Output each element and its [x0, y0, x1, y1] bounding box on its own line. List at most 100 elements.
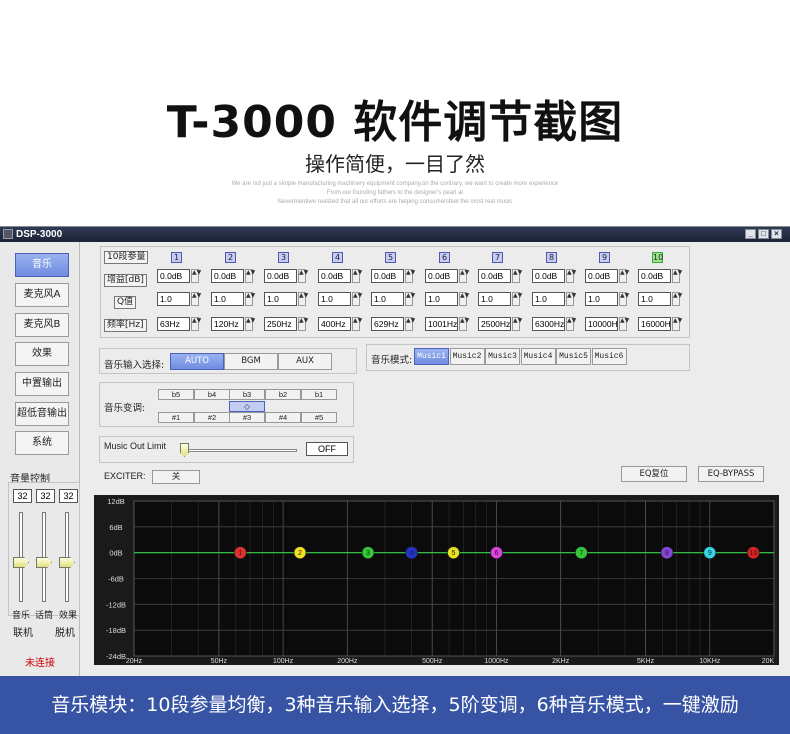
eq-response-chart[interactable]: 12dB 6dB 0dB -6dB -12dB -18dB -24dB20Hz 50Hz 100… [94, 495, 779, 665]
freq-spinner-icon[interactable]: ▲▼ [459, 317, 469, 331]
transpose-sharp-button[interactable]: #5 [301, 412, 337, 423]
eq-gain-input[interactable]: 0.0dB [532, 269, 565, 283]
eq-freq-input[interactable]: 400Hz [318, 317, 351, 331]
freq-spinner-icon[interactable]: ▲▼ [566, 317, 576, 331]
gain-spinner-icon[interactable]: ▲▼ [191, 269, 201, 283]
q-spinner-icon[interactable]: ▲▼ [566, 292, 576, 306]
freq-spinner-icon[interactable]: ▲▼ [619, 317, 629, 331]
volume-value-mic[interactable]: 32 [36, 489, 55, 503]
exciter-toggle[interactable]: 关 [152, 470, 200, 484]
eq-gain-input[interactable]: 0.0dB [211, 269, 244, 283]
q-spinner-icon[interactable]: ▲▼ [619, 292, 629, 306]
eq-reset-button[interactable]: EQ复位 [621, 466, 687, 482]
freq-spinner-icon[interactable]: ▲▼ [298, 317, 308, 331]
q-spinner-icon[interactable]: ▲▼ [459, 292, 469, 306]
eq-band-number[interactable]: 10 [652, 252, 663, 263]
music-mode-button[interactable]: Music1 [414, 348, 449, 365]
transpose-sharp-button[interactable]: #3 [229, 412, 265, 423]
q-spinner-icon[interactable]: ▲▼ [405, 292, 415, 306]
eq-gain-input[interactable]: 0.0dB [371, 269, 404, 283]
music-out-slider-track[interactable] [182, 449, 297, 452]
maximize-button[interactable]: □ [758, 229, 769, 239]
freq-spinner-icon[interactable]: ▲▼ [191, 317, 201, 331]
freq-spinner-icon[interactable]: ▲▼ [352, 317, 362, 331]
music-mode-button[interactable]: Music2 [449, 348, 485, 365]
eq-q-input[interactable]: 1.0 [371, 292, 404, 306]
eq-band-number[interactable]: 3 [278, 252, 289, 263]
eq-gain-input[interactable]: 0.0dB [638, 269, 671, 283]
eq-band-number[interactable]: 9 [599, 252, 610, 263]
gain-spinner-icon[interactable]: ▲▼ [566, 269, 576, 283]
eq-q-input[interactable]: 1.0 [264, 292, 297, 306]
eq-freq-input[interactable]: 16000H [638, 317, 671, 331]
freq-spinner-icon[interactable]: ▲▼ [512, 317, 522, 331]
input-aux-button[interactable]: AUX [278, 353, 332, 370]
transpose-sharp-button[interactable]: #4 [265, 412, 301, 423]
freq-spinner-icon[interactable]: ▲▼ [245, 317, 255, 331]
transpose-flat-button[interactable]: b4 [194, 389, 230, 400]
eq-q-input[interactable]: 1.0 [425, 292, 458, 306]
music-mode-button[interactable]: Music3 [485, 348, 520, 365]
gain-spinner-icon[interactable]: ▲▼ [459, 269, 469, 283]
q-spinner-icon[interactable]: ▲▼ [512, 292, 522, 306]
music-mode-button[interactable]: Music5 [556, 348, 591, 365]
eq-q-input[interactable]: 1.0 [157, 292, 190, 306]
eq-gain-input[interactable]: 0.0dB [318, 269, 351, 283]
connect-button[interactable]: 联机 [6, 625, 40, 643]
sidebar-item-mic-a[interactable]: 麦克风A [15, 283, 69, 307]
eq-freq-input[interactable]: 63Hz [157, 317, 190, 331]
eq-freq-input[interactable]: 1001Hz [425, 317, 458, 331]
q-spinner-icon[interactable]: ▲▼ [191, 292, 201, 306]
eq-bypass-button[interactable]: EQ-BYPASS [698, 466, 764, 482]
q-spinner-icon[interactable]: ▲▼ [298, 292, 308, 306]
eq-q-input[interactable]: 1.0 [478, 292, 511, 306]
disconnect-button[interactable]: 脱机 [48, 625, 82, 643]
transpose-sharp-button[interactable]: #1 [158, 412, 194, 423]
gain-spinner-icon[interactable]: ▲▼ [352, 269, 362, 283]
music-mode-button[interactable]: Music6 [591, 348, 627, 365]
gain-spinner-icon[interactable]: ▲▼ [672, 269, 682, 283]
transpose-center-button[interactable]: ◇ [229, 401, 265, 412]
sidebar-item-mic-b[interactable]: 麦克风B [15, 313, 69, 337]
eq-band-number[interactable]: 8 [546, 252, 557, 263]
gain-spinner-icon[interactable]: ▲▼ [619, 269, 629, 283]
q-spinner-icon[interactable]: ▲▼ [672, 292, 682, 306]
eq-band-number[interactable]: 7 [492, 252, 503, 263]
gain-spinner-icon[interactable]: ▲▼ [512, 269, 522, 283]
eq-gain-input[interactable]: 0.0dB [478, 269, 511, 283]
q-spinner-icon[interactable]: ▲▼ [245, 292, 255, 306]
eq-freq-input[interactable]: 250Hz [264, 317, 297, 331]
sidebar-item-sub-out[interactable]: 超低音输出 [15, 402, 69, 426]
eq-q-input[interactable]: 1.0 [585, 292, 618, 306]
transpose-flat-button[interactable]: b5 [158, 389, 194, 400]
eq-freq-input[interactable]: 629Hz [371, 317, 404, 331]
music-mode-button[interactable]: Music4 [520, 348, 556, 365]
eq-gain-input[interactable]: 0.0dB [157, 269, 190, 283]
eq-band-number[interactable]: 4 [332, 252, 343, 263]
sidebar-item-system[interactable]: 系统 [15, 431, 69, 455]
input-bgm-button[interactable]: BGM [224, 353, 278, 370]
freq-spinner-icon[interactable]: ▲▼ [405, 317, 415, 331]
q-spinner-icon[interactable]: ▲▼ [352, 292, 362, 306]
gain-spinner-icon[interactable]: ▲▼ [298, 269, 308, 283]
eq-q-input[interactable]: 1.0 [532, 292, 565, 306]
close-button[interactable]: × [771, 229, 782, 239]
eq-freq-input[interactable]: 10000H [585, 317, 618, 331]
gain-spinner-icon[interactable]: ▲▼ [405, 269, 415, 283]
transpose-flat-button[interactable]: b3 [229, 389, 265, 400]
eq-gain-input[interactable]: 0.0dB [264, 269, 297, 283]
eq-band-number[interactable]: 6 [439, 252, 450, 263]
title-bar[interactable]: DSP-3000 _ □ × [0, 227, 790, 242]
transpose-sharp-button[interactable]: #2 [194, 412, 230, 423]
freq-spinner-icon[interactable]: ▲▼ [672, 317, 682, 331]
volume-value-effect[interactable]: 32 [59, 489, 78, 503]
minimize-button[interactable]: _ [745, 229, 756, 239]
eq-gain-input[interactable]: 0.0dB [585, 269, 618, 283]
eq-q-input[interactable]: 1.0 [638, 292, 671, 306]
gain-spinner-icon[interactable]: ▲▼ [245, 269, 255, 283]
eq-gain-input[interactable]: 0.0dB [425, 269, 458, 283]
volume-value-music[interactable]: 32 [13, 489, 32, 503]
eq-band-number[interactable]: 1 [171, 252, 182, 263]
eq-freq-input[interactable]: 120Hz [211, 317, 244, 331]
sidebar-item-center-out[interactable]: 中置输出 [15, 372, 69, 396]
